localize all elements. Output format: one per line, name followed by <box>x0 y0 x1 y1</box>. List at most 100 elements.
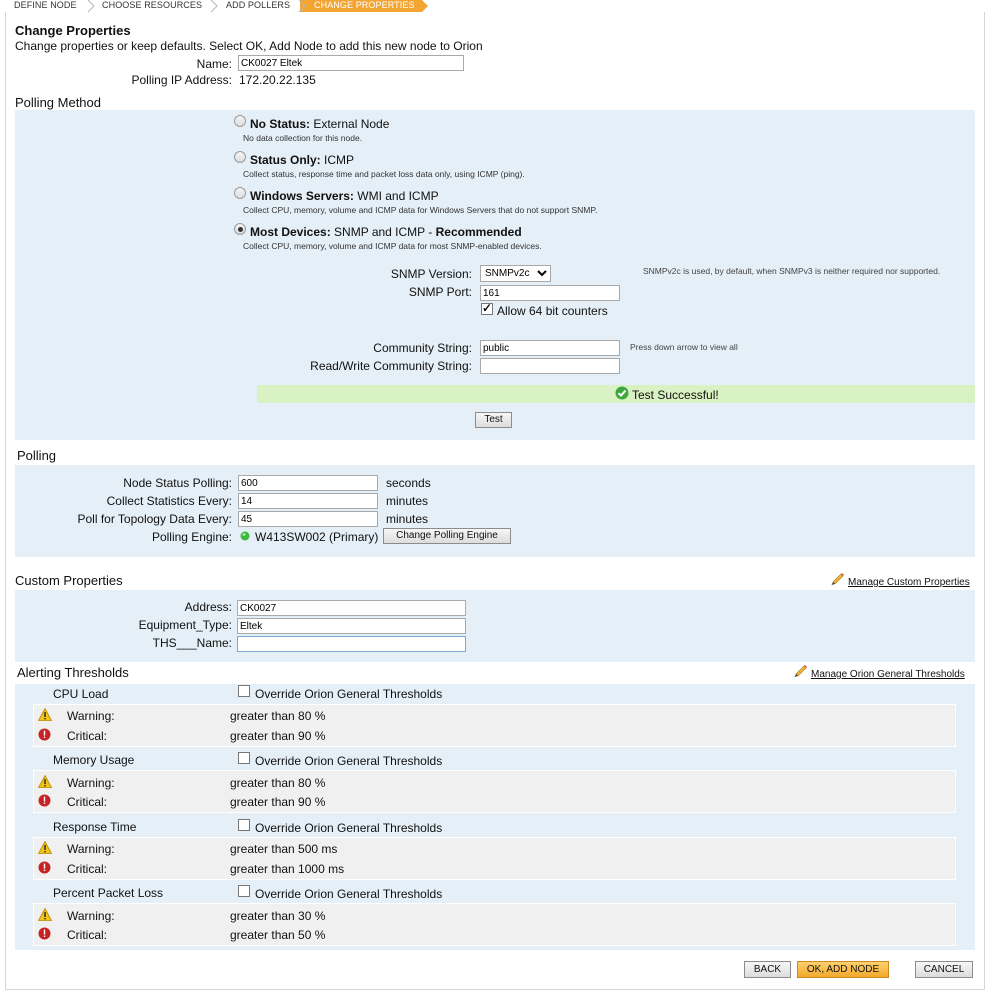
allow-64bit-label: Allow 64 bit counters <box>497 304 608 318</box>
critical-label: Critical: <box>67 862 108 876</box>
warning-value-cpu-load: greater than 80 % <box>230 709 326 723</box>
cancel-button[interactable]: CANCEL <box>915 961 973 978</box>
pencil-icon <box>831 573 844 585</box>
threshold-box-cpu-load <box>33 704 956 747</box>
engine-status-icon <box>240 531 250 541</box>
warning-value-packet-loss: greater than 30 % <box>230 909 326 923</box>
rw-community-label: Read/Write Community String: <box>310 359 472 373</box>
override-checkbox-cpu-load[interactable] <box>238 685 250 697</box>
topology-polling-input[interactable] <box>238 511 378 527</box>
custom-properties-heading: Custom Properties <box>15 573 123 588</box>
node-status-polling-unit: seconds <box>386 476 431 490</box>
manage-orion-thresholds-link[interactable]: Manage Orion General Thresholds <box>811 669 965 680</box>
warning-icon <box>38 775 52 788</box>
snmp-version-label: SNMP Version: <box>390 267 472 281</box>
community-string-label: Community String: <box>373 341 472 355</box>
warning-icon <box>38 841 52 854</box>
allow-64bit-checkbox[interactable] <box>481 301 493 315</box>
test-button[interactable]: Test <box>475 412 512 428</box>
critical-icon <box>38 927 51 940</box>
threshold-name-memory-usage: Memory Usage <box>53 753 135 767</box>
success-check-icon <box>615 386 629 400</box>
cp-equipment-type-input[interactable] <box>237 618 466 634</box>
threshold-name-cpu-load: CPU Load <box>53 687 109 701</box>
option-no-status-desc: No data collection for this node. <box>243 133 363 143</box>
ok-add-node-button[interactable]: OK, ADD NODE <box>797 961 889 978</box>
cp-ths-name-input[interactable] <box>237 636 466 652</box>
polling-engine-value: W413SW002 (Primary) <box>255 530 379 544</box>
back-button[interactable]: BACK <box>744 961 791 978</box>
alerting-thresholds-heading: Alerting Thresholds <box>17 665 129 680</box>
polling-heading: Polling <box>17 448 57 463</box>
snmp-port-label: SNMP Port: <box>408 285 472 299</box>
critical-icon <box>38 861 51 874</box>
override-label-response-time: Override Orion General Thresholds <box>255 821 443 835</box>
community-string-hint: Press down arrow to view all <box>630 342 738 352</box>
threshold-box-memory-usage <box>33 770 956 813</box>
cp-ths-name-label: THS___Name: <box>152 636 232 650</box>
name-label: Name: <box>196 57 232 71</box>
wizard-steps: DEFINE NODE CHOOSE RESOURCES ADD POLLERS… <box>0 0 994 12</box>
test-result-text: Test Successful! <box>632 388 719 402</box>
option-most-devices-desc: Collect CPU, memory, volume and ICMP dat… <box>243 241 542 251</box>
snmp-version-hint: SNMPv2c is used, by default, when SNMPv3… <box>643 266 941 276</box>
warning-value-memory-usage: greater than 80 % <box>230 776 326 790</box>
warning-value-response-time: greater than 500 ms <box>230 842 338 856</box>
change-polling-engine-button[interactable]: Change Polling Engine <box>383 528 511 544</box>
cp-address-input[interactable] <box>237 600 466 616</box>
option-windows-desc: Collect CPU, memory, volume and ICMP dat… <box>243 205 598 215</box>
step-separators <box>87 0 306 12</box>
critical-label: Critical: <box>67 795 108 809</box>
override-checkbox-packet-loss[interactable] <box>238 885 250 897</box>
warning-label: Warning: <box>67 776 115 790</box>
collect-statistics-label: Collect Statistics Every: <box>106 494 232 508</box>
collect-statistics-unit: minutes <box>386 494 429 508</box>
cp-equipment-type-label: Equipment_Type: <box>138 618 232 632</box>
polling-ip-label: Polling IP Address: <box>131 73 232 87</box>
critical-value-packet-loss: greater than 50 % <box>230 928 326 942</box>
radio-most-devices[interactable] <box>234 223 246 235</box>
polling-ip-value: 172.20.22.135 <box>239 73 316 87</box>
override-checkbox-memory-usage[interactable] <box>238 752 250 764</box>
collect-statistics-input[interactable] <box>238 493 378 509</box>
community-string-input[interactable] <box>480 340 620 356</box>
option-windows-title: Windows Servers: WMI and ICMP <box>250 189 439 203</box>
warning-label: Warning: <box>67 909 115 923</box>
warning-icon <box>38 908 52 921</box>
radio-windows-servers[interactable] <box>234 187 246 199</box>
page-title: Change Properties <box>15 23 131 38</box>
option-most-devices-title: Most Devices: SNMP and ICMP - Recommende… <box>250 225 522 239</box>
warning-label: Warning: <box>67 709 115 723</box>
override-label-cpu-load: Override Orion General Thresholds <box>255 687 443 701</box>
snmp-version-select[interactable]: SNMPv2c <box>480 265 551 282</box>
warning-label: Warning: <box>67 842 115 856</box>
override-checkbox-response-time[interactable] <box>238 819 250 831</box>
critical-label: Critical: <box>67 928 108 942</box>
radio-status-only[interactable] <box>234 151 246 163</box>
option-status-only-title: Status Only: ICMP <box>250 153 355 167</box>
critical-value-memory-usage: greater than 90 % <box>230 795 326 809</box>
override-label-packet-loss: Override Orion General Thresholds <box>255 887 443 901</box>
snmp-port-input[interactable] <box>480 285 620 301</box>
warning-icon <box>38 708 52 721</box>
name-input[interactable] <box>238 55 464 71</box>
rw-community-input[interactable] <box>480 358 620 374</box>
pencil-icon <box>794 665 807 677</box>
topology-polling-label: Poll for Topology Data Every: <box>77 512 232 526</box>
threshold-box-response-time <box>33 837 956 880</box>
manage-custom-properties-link[interactable]: Manage Custom Properties <box>848 577 970 588</box>
critical-label: Critical: <box>67 729 108 743</box>
critical-icon <box>38 794 51 807</box>
critical-value-cpu-load: greater than 90 % <box>230 729 326 743</box>
topology-polling-unit: minutes <box>386 512 429 526</box>
option-status-only-desc: Collect status, response time and packet… <box>243 169 525 179</box>
option-no-status-title: No Status: External Node <box>250 117 390 131</box>
page-subtitle: Change properties or keep defaults. Sele… <box>15 39 483 53</box>
node-status-polling-label: Node Status Polling: <box>123 476 232 490</box>
radio-no-status[interactable] <box>234 115 246 127</box>
threshold-name-response-time: Response Time <box>53 820 137 834</box>
override-label-memory-usage: Override Orion General Thresholds <box>255 754 443 768</box>
node-status-polling-input[interactable] <box>238 475 378 491</box>
threshold-name-packet-loss: Percent Packet Loss <box>53 886 164 900</box>
critical-icon <box>38 728 51 741</box>
